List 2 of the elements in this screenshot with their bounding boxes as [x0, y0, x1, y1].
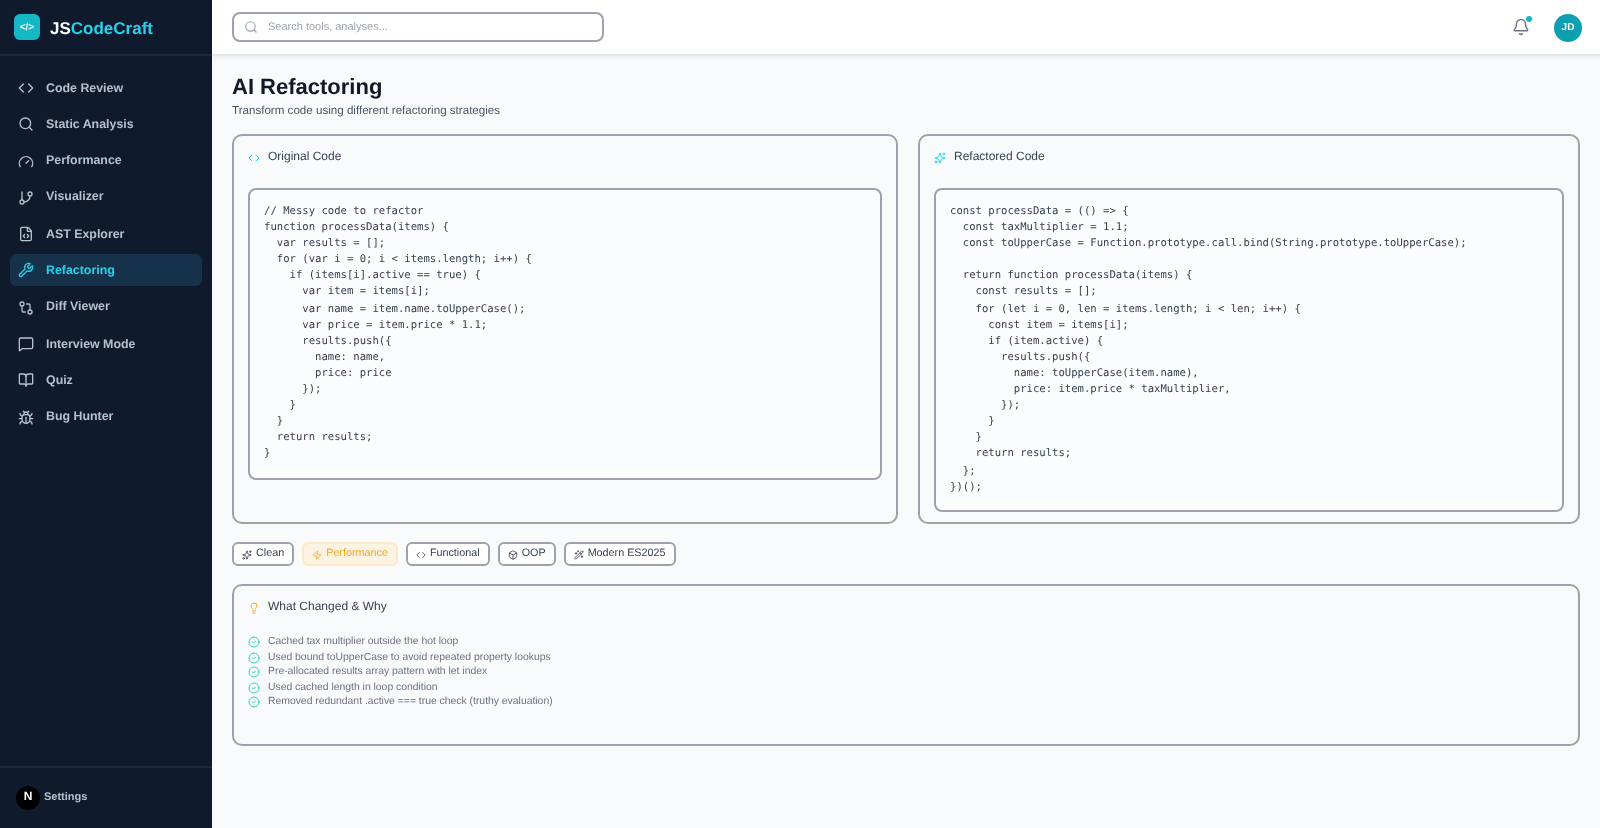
page-title: AI Refactoring: [232, 76, 385, 100]
app-name: JSCodeCraft: [50, 17, 153, 37]
